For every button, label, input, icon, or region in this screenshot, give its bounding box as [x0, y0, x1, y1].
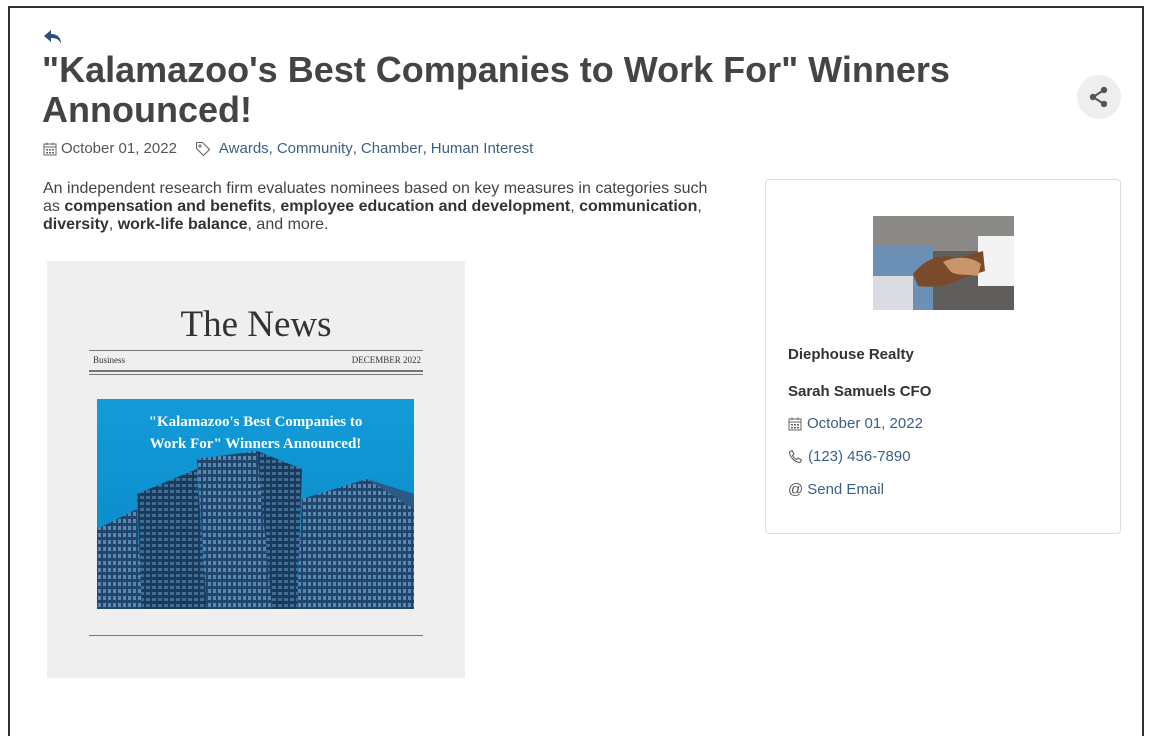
- intro-highlight: diversity: [43, 216, 109, 233]
- back-arrow-icon: [44, 30, 61, 44]
- intro-text: , and more.: [247, 216, 329, 233]
- contact-card: Diephouse Realty Sarah Samuels CFO Octob…: [765, 179, 1121, 534]
- divider: [89, 350, 423, 351]
- calendar-icon: [788, 417, 802, 430]
- calendar-icon: [43, 142, 57, 156]
- intro-highlight: employee education and development: [280, 198, 571, 215]
- phone-icon: [788, 449, 803, 464]
- page-title: "Kalamazoo's Best Companies to Work For"…: [42, 49, 950, 130]
- divider: [89, 374, 423, 375]
- company-name: Diephouse Realty: [788, 346, 914, 363]
- skyscraper-photo: "Kalamazoo's Best Companies to Work For"…: [97, 399, 414, 609]
- contact-email-row: @ Send Email: [788, 481, 884, 498]
- newspaper-masthead: The News: [180, 304, 332, 345]
- category-separator: ,: [422, 140, 427, 157]
- category-link-human-interest[interactable]: Human Interest: [431, 139, 534, 159]
- send-email-link[interactable]: Send Email: [807, 481, 884, 498]
- article-meta: October 01, 2022 Awards, Community, Cham…: [43, 139, 533, 159]
- category-separator: ,: [352, 140, 357, 157]
- category-link-chamber[interactable]: Chamber: [361, 139, 423, 159]
- newspaper-section: Business: [93, 355, 126, 365]
- back-button[interactable]: [42, 28, 68, 48]
- handshake-photo: [873, 216, 1014, 310]
- newspaper-issue: DECEMBER 2022: [351, 355, 421, 365]
- share-button[interactable]: [1077, 75, 1121, 119]
- tag-icon: [195, 141, 211, 157]
- contact-phone-row: (123) 456-7890: [788, 448, 911, 465]
- handshake-illustration: [873, 216, 1014, 310]
- intro-text: ,: [697, 198, 702, 215]
- article-intro: An independent research firm evaluates n…: [43, 180, 723, 234]
- caption-line: "Kalamazoo's Best Companies to: [148, 414, 363, 430]
- article-date: October 01, 2022: [61, 140, 177, 157]
- divider: [89, 370, 423, 372]
- phone-link[interactable]: (123) 456-7890: [808, 448, 911, 465]
- contact-date: October 01, 2022: [807, 415, 923, 432]
- intro-text: ,: [570, 198, 580, 215]
- article-image: The News Business DECEMBER 2022 "Kalamaz…: [47, 261, 465, 678]
- category-separator: ,: [268, 140, 273, 157]
- intro-highlight: communication: [579, 198, 698, 215]
- divider: [89, 635, 423, 636]
- category-link-community[interactable]: Community: [277, 139, 353, 159]
- email-at-sign: @: [788, 481, 804, 498]
- contact-date-row: October 01, 2022: [788, 415, 923, 432]
- intro-highlight: work-life balance: [117, 216, 248, 233]
- contact-name: Sarah Samuels CFO: [788, 383, 932, 400]
- caption-line: Work For" Winners Announced!: [149, 436, 362, 452]
- category-link-awards[interactable]: Awards: [219, 139, 269, 159]
- share-icon: [1089, 86, 1108, 108]
- intro-text: ,: [108, 216, 118, 233]
- image-caption: "Kalamazoo's Best Companies to Work For"…: [97, 411, 414, 455]
- intro-highlight: compensation and benefits: [64, 198, 272, 215]
